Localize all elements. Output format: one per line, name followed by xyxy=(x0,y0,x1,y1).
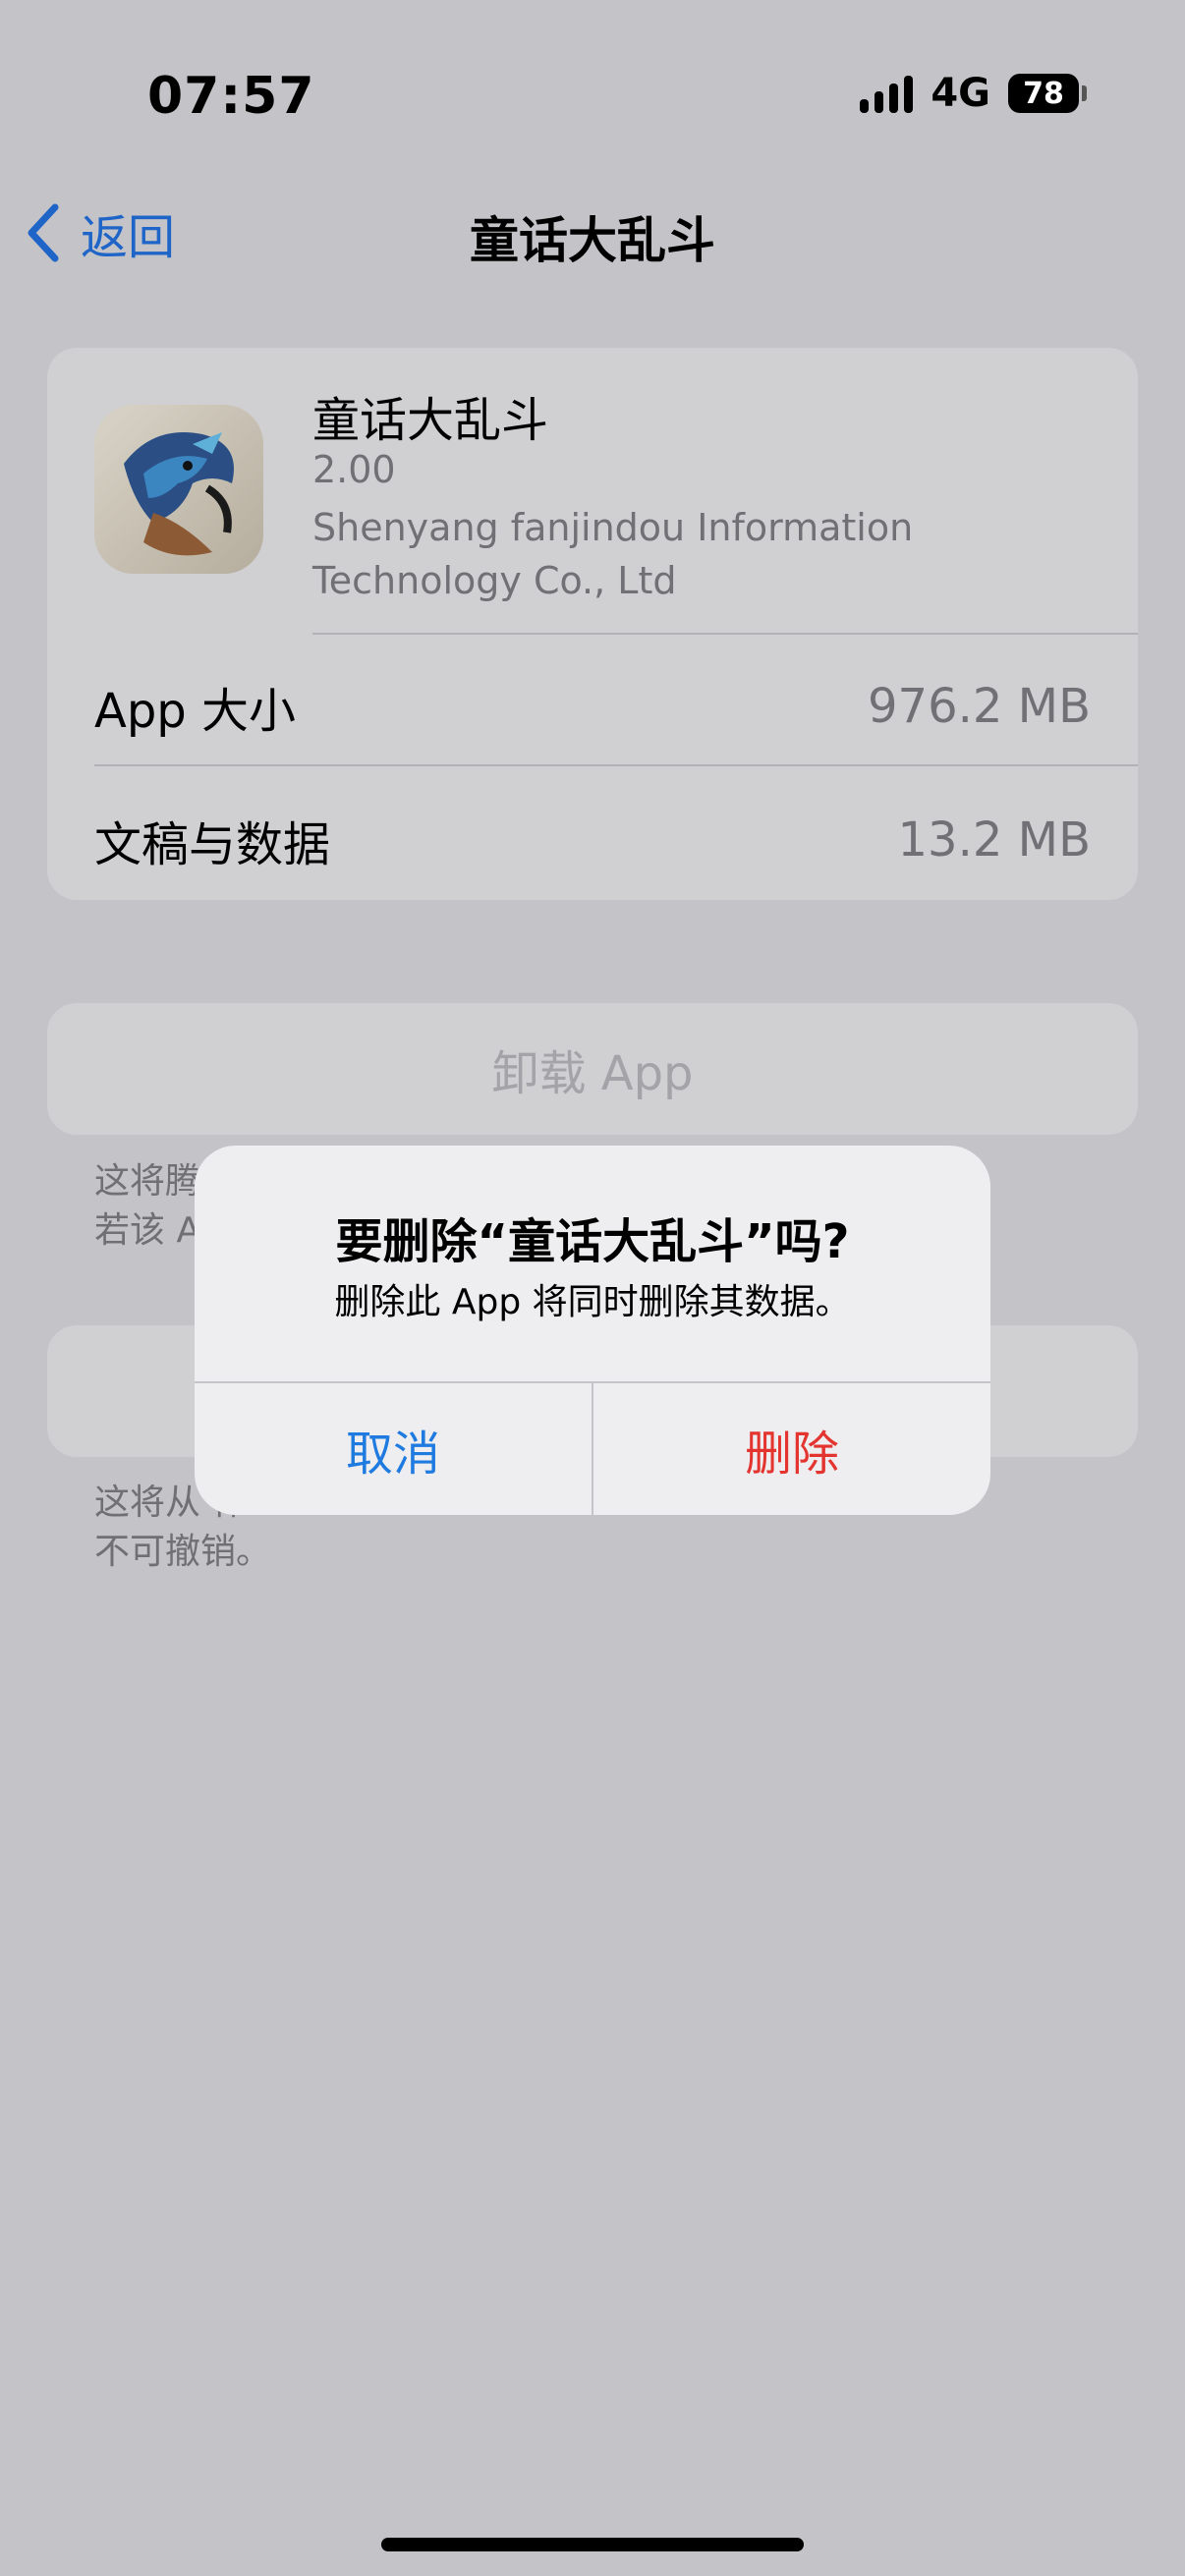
divider xyxy=(94,764,1138,766)
app-size-label: App 大小 xyxy=(94,684,297,739)
battery-level: 78 xyxy=(1023,76,1064,111)
alert-title: 要删除“童话大乱斗”吗? xyxy=(335,1214,850,1269)
home-indicator[interactable] xyxy=(381,2538,804,2551)
app-info-card: 童话大乱斗 2.00 Shenyang fanjindou Informatio… xyxy=(47,348,1138,900)
alert-message: 删除此 App 将同时删除其数据。 xyxy=(334,1282,851,1322)
cancel-button[interactable]: 取消 xyxy=(195,1383,592,1515)
documents-data-row: 文稿与数据 13.2 MB xyxy=(94,806,1091,874)
status-right: 4G 78 xyxy=(860,71,1087,116)
app-size-value: 976.2 MB xyxy=(867,679,1091,734)
delete-button[interactable]: 删除 xyxy=(593,1383,990,1515)
page-title: 童话大乱斗 xyxy=(470,212,715,269)
app-developer: Shenyang fanjindou Information Technolog… xyxy=(312,506,914,602)
battery-icon: 78 xyxy=(1008,74,1087,113)
delete-confirm-alert: 要删除“童话大乱斗”吗? 删除此 App 将同时删除其数据。 取消 删除 xyxy=(195,1146,990,1515)
signal-icon xyxy=(860,74,914,113)
status-time: 07:57 xyxy=(147,67,315,126)
app-name: 童话大乱斗 xyxy=(312,393,549,448)
documents-data-label: 文稿与数据 xyxy=(94,817,331,872)
app-version: 2.00 xyxy=(312,448,396,491)
offload-app-button[interactable]: 卸载 App xyxy=(47,1003,1138,1135)
network-type: 4G xyxy=(931,71,990,116)
divider xyxy=(312,633,1138,635)
app-size-row: App 大小 976.2 MB xyxy=(94,672,1091,741)
app-icon xyxy=(94,405,263,574)
documents-data-value: 13.2 MB xyxy=(897,812,1091,868)
